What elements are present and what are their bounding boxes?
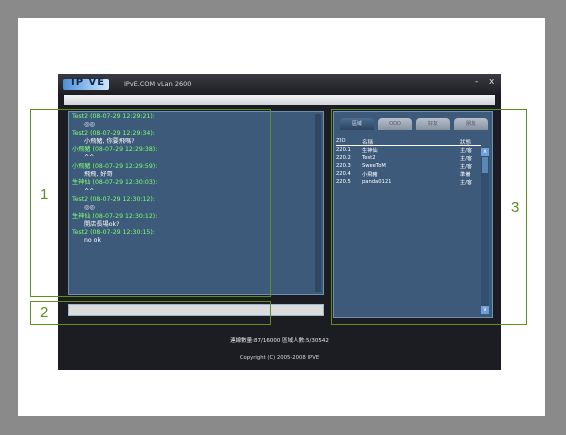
callout-label-3: 3	[511, 199, 520, 216]
menu-bar[interactable]	[64, 95, 495, 105]
title-bar: IP VE IPvE.COM vLan 2600 - x	[58, 74, 501, 94]
app-logo: IP VE	[63, 77, 109, 91]
copyright-text: Copyright (C) 2005-2008 IPVE	[239, 355, 320, 361]
logo-text: IP VE	[71, 77, 106, 88]
window-title: IPvE.COM vLan 2600	[124, 80, 192, 88]
callout-box-chat	[30, 109, 271, 297]
chat-scrollbar[interactable]	[315, 114, 321, 292]
minimize-button[interactable]: -	[475, 77, 478, 87]
callout-box-input	[30, 301, 271, 325]
close-button[interactable]: x	[489, 77, 494, 87]
callout-label-2: 2	[40, 304, 49, 321]
callout-label-1: 1	[40, 186, 49, 203]
status-text: 連線數量:87/16000 區域人數:5/30542	[230, 338, 329, 344]
callout-box-users	[331, 109, 527, 325]
